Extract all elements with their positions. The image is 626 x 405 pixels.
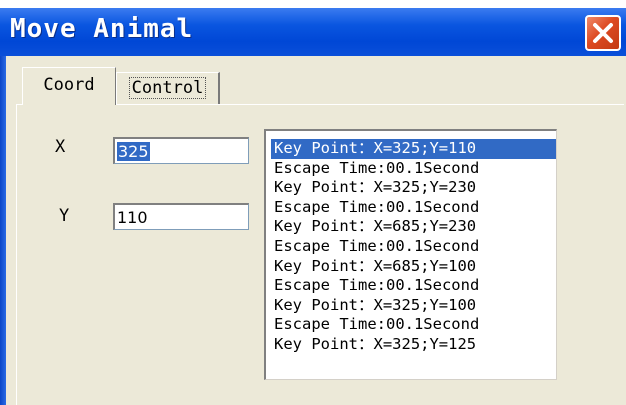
tab-coord-label: Coord: [43, 75, 95, 95]
tab-control[interactable]: Control: [116, 72, 220, 104]
close-button[interactable]: [585, 15, 621, 51]
window-title: Move Animal: [10, 14, 194, 44]
tab-control-label: Control: [128, 77, 207, 99]
close-icon: [593, 23, 613, 43]
coord-tab-panel: [16, 104, 624, 405]
tab-coord[interactable]: Coord: [22, 67, 116, 105]
title-bar[interactable]: Move Animal: [0, 8, 626, 56]
window-left-border: [0, 56, 6, 405]
